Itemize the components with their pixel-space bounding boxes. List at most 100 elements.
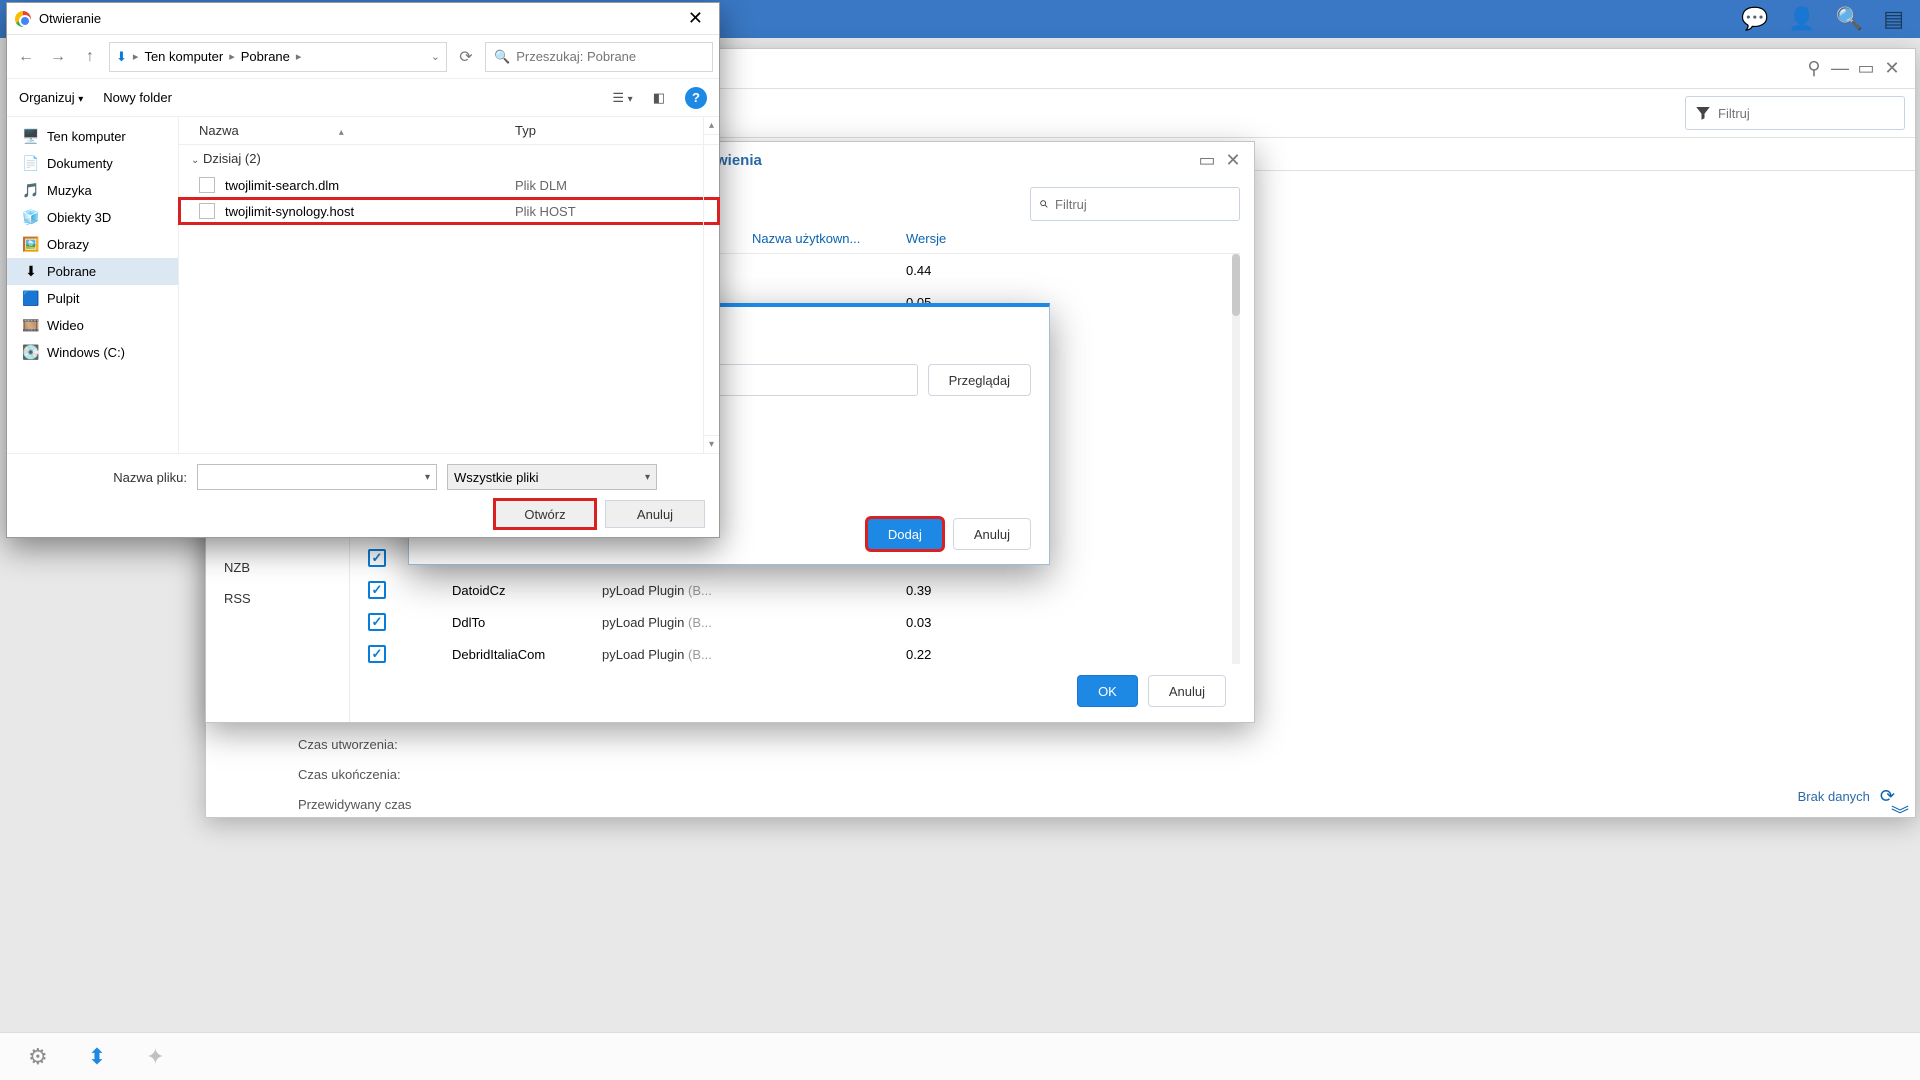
close-button[interactable]: ✕ — [1881, 58, 1903, 80]
search-icon — [1039, 195, 1049, 213]
chrome-icon — [15, 11, 31, 27]
chevron-down-icon: ▾ — [645, 472, 650, 483]
settings-filter-input[interactable] — [1055, 197, 1231, 212]
file-group[interactable]: ⌄ Dzisiaj (2) — [179, 145, 719, 172]
user-icon[interactable]: 👤 — [1788, 6, 1815, 32]
maximize-button[interactable]: ▭ — [1855, 58, 1877, 80]
filter-box[interactable] — [1685, 96, 1905, 130]
col-filename[interactable]: Nazwa▴ — [179, 123, 515, 138]
organize-menu[interactable]: Organizuj ▾ — [19, 90, 83, 105]
folder-icon: 📄 — [23, 156, 39, 172]
settings-title: wienia — [716, 152, 762, 169]
checkbox-icon[interactable]: ✓ — [368, 645, 386, 663]
tree-item[interactable]: 📄Dokumenty — [7, 150, 178, 177]
dialog-footer: Nazwa pliku: ▾ Wszystkie pliki▾ Otwórz A… — [7, 453, 719, 537]
expand-chevron-icon[interactable]: ︾ — [1891, 801, 1909, 827]
checkbox-icon[interactable]: ✓ — [368, 613, 386, 631]
settings-filter[interactable] — [1030, 187, 1240, 221]
file-row[interactable]: twojlimit-synology.hostPlik HOST — [179, 198, 719, 224]
search-input[interactable] — [516, 49, 704, 64]
folder-icon: 🎞️ — [23, 318, 39, 334]
crumb-downloads[interactable]: Pobrane — [241, 49, 290, 64]
nav-fwd-icon[interactable]: → — [45, 44, 71, 70]
chat-icon[interactable]: 💬 — [1741, 6, 1768, 32]
table-row[interactable]: ✓DebridItaliaCompyLoad Plugin (B...0.22 — [358, 638, 1240, 664]
browse-button[interactable]: Przeglądaj — [928, 364, 1031, 396]
file-list: Nazwa▴ Typ ⌄ Dzisiaj (2) twojlimit-searc… — [179, 117, 719, 453]
filter-input[interactable] — [1718, 106, 1896, 121]
file-row[interactable]: twojlimit-search.dlmPlik DLM — [179, 172, 719, 198]
dashboard-icon[interactable]: ▤ — [1883, 6, 1904, 32]
view-mode-icon[interactable]: ☰ ▾ — [612, 90, 632, 106]
add-cancel-button[interactable]: Anuluj — [953, 518, 1031, 550]
breadcrumb[interactable]: ⬇ ▸ Ten komputer ▸ Pobrane ▸ ⌄ — [109, 42, 447, 72]
tree-item[interactable]: 🟦Pulpit — [7, 285, 178, 312]
filename-label: Nazwa pliku: — [67, 470, 187, 485]
scrollbar-thumb[interactable] — [1232, 254, 1240, 316]
new-folder-button[interactable]: Nowy folder — [103, 90, 172, 105]
dialog-title: Otwieranie — [39, 11, 101, 26]
folder-tree: 🖥️Ten komputer📄Dokumenty🎵Muzyka🧊Obiekty … — [7, 117, 179, 453]
file-open-dialog: Otwieranie ✕ ← → ↑ ⬇ ▸ Ten komputer ▸ Po… — [6, 2, 720, 538]
tree-item[interactable]: ⬇Pobrane — [7, 258, 178, 285]
refresh-icon[interactable]: ⟳ — [453, 44, 479, 70]
checkbox-icon[interactable]: ✓ — [368, 581, 386, 599]
folder-icon: 🧊 — [23, 210, 39, 226]
col-filetype[interactable]: Typ — [515, 123, 719, 138]
folder-icon: ⬇ — [23, 264, 39, 280]
ok-button[interactable]: OK — [1077, 675, 1138, 707]
tree-item[interactable]: 🖥️Ten komputer — [7, 123, 178, 150]
scrollbar[interactable] — [1232, 254, 1240, 664]
help-icon[interactable]: ? — [685, 87, 707, 109]
settings-close[interactable]: ✕ — [1222, 149, 1244, 171]
folder-icon: 🖼️ — [23, 237, 39, 253]
detail-eta: Przewidywany czas — [298, 790, 411, 820]
chevron-down-icon[interactable]: ⌄ — [431, 50, 440, 63]
checkbox-icon[interactable]: ✓ — [368, 549, 386, 567]
filetype-combo[interactable]: Wszystkie pliki▾ — [447, 464, 657, 490]
dialog-close[interactable]: ✕ — [680, 8, 711, 29]
search-icon[interactable]: 🔍 — [1836, 6, 1863, 32]
tree-item[interactable]: 🎞️Wideo — [7, 312, 178, 339]
nav-up-icon[interactable]: ↑ — [77, 44, 103, 70]
scroll-up-icon[interactable]: ▴ — [704, 117, 719, 135]
settings-footer: OK Anuluj — [358, 664, 1240, 718]
download-station-taskbar-icon[interactable]: ⬍ — [88, 1044, 106, 1070]
settings-maximize[interactable]: ▭ — [1196, 149, 1218, 171]
tree-item[interactable]: 🎵Muzyka — [7, 177, 178, 204]
col-user[interactable]: Nazwa użytkown... — [746, 231, 900, 246]
file-list-header: Nazwa▴ Typ — [179, 117, 719, 145]
filename-combo[interactable]: ▾ — [197, 464, 437, 490]
preview-pane-icon[interactable]: ◧ — [653, 90, 665, 106]
app-icon[interactable]: ✦ — [146, 1044, 164, 1070]
chevron-right-icon: ▸ — [229, 50, 235, 63]
detail-created: Czas utworzenia: — [298, 730, 411, 760]
chevron-down-icon: ⌄ — [191, 155, 199, 166]
folder-icon: 🖥️ — [23, 129, 39, 145]
crumb-computer[interactable]: Ten komputer — [144, 49, 223, 64]
file-icon — [199, 203, 215, 219]
search-box[interactable]: 🔍 — [485, 42, 713, 72]
no-data-label: Brak danych — [1798, 789, 1870, 804]
sidebar-item-nzb[interactable]: NZB — [206, 552, 349, 583]
open-button[interactable]: Otwórz — [495, 500, 595, 528]
add-button[interactable]: Dodaj — [867, 518, 943, 550]
col-version[interactable]: Wersje — [900, 231, 1240, 246]
cancel-button[interactable]: Anuluj — [1148, 675, 1226, 707]
nav-back-icon[interactable]: ← — [13, 44, 39, 70]
detail-completed: Czas ukończenia: — [298, 760, 411, 790]
scroll-down-icon[interactable]: ▾ — [704, 435, 719, 453]
gear-icon[interactable]: ⚙ — [28, 1044, 48, 1070]
minimize-button[interactable]: — — [1829, 58, 1851, 80]
list-scrollbar[interactable]: ▴ ▾ — [703, 117, 719, 453]
pin-icon[interactable]: ⚲ — [1803, 58, 1825, 80]
tree-item[interactable]: 🧊Obiekty 3D — [7, 204, 178, 231]
tree-item[interactable]: 🖼️Obrazy — [7, 231, 178, 258]
file-cancel-button[interactable]: Anuluj — [605, 500, 705, 528]
tree-item[interactable]: 💽Windows (C:) — [7, 339, 178, 366]
table-row[interactable]: ✓DdlTopyLoad Plugin (B...0.03 — [358, 606, 1240, 638]
dialog-titlebar: Otwieranie ✕ — [7, 3, 719, 35]
table-row[interactable]: ✓DatoidCzpyLoad Plugin (B...0.39 — [358, 574, 1240, 606]
sidebar-item-rss[interactable]: RSS — [206, 583, 349, 614]
search-icon: 🔍 — [494, 49, 510, 65]
